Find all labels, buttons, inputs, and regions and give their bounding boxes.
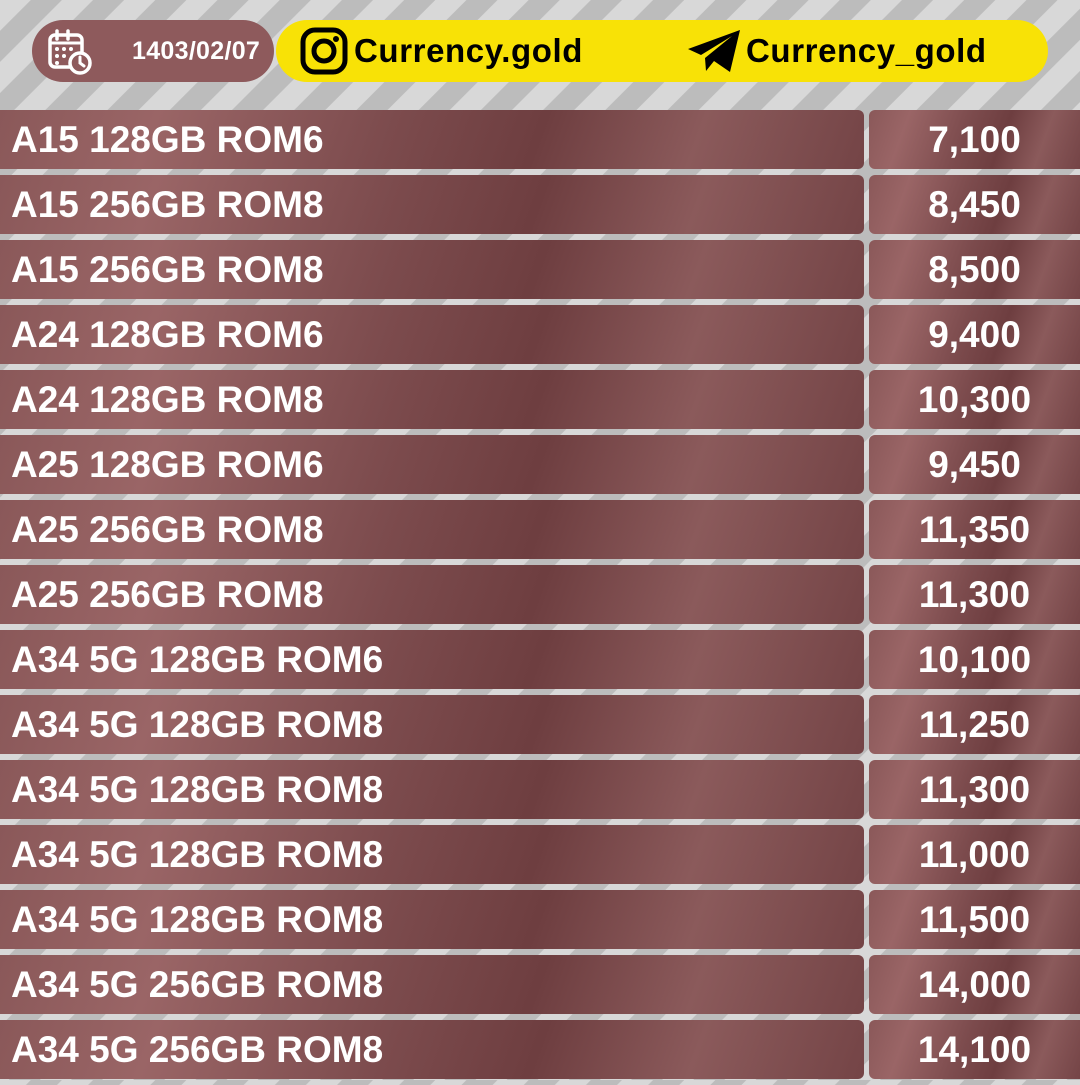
model-price: 9,450 bbox=[869, 435, 1080, 494]
model-name: A24 128GB ROM8 bbox=[0, 370, 864, 429]
model-name: A25 256GB ROM8 bbox=[0, 565, 864, 624]
model-price: 10,100 bbox=[869, 630, 1080, 689]
price-row: A34 5G 256GB ROM8 14,000 bbox=[0, 955, 1080, 1014]
model-name: A15 256GB ROM8 bbox=[0, 175, 864, 234]
date-text: 1403/02/07 bbox=[132, 37, 261, 65]
model-price: 8,500 bbox=[869, 240, 1080, 299]
model-price: 10,300 bbox=[869, 370, 1080, 429]
model-name: A25 128GB ROM6 bbox=[0, 435, 864, 494]
model-price: 11,350 bbox=[869, 500, 1080, 559]
telegram-icon bbox=[688, 30, 740, 72]
model-name: A34 5G 128GB ROM6 bbox=[0, 630, 864, 689]
price-row: A34 5G 128GB ROM8 11,300 bbox=[0, 760, 1080, 819]
instagram-handle[interactable]: Currency.gold bbox=[354, 20, 583, 82]
date-badge: 1403/02/07 bbox=[32, 20, 274, 82]
model-price: 14,100 bbox=[869, 1020, 1080, 1079]
price-list: A15 128GB ROM6 7,100 A15 256GB ROM8 8,45… bbox=[0, 110, 1080, 1085]
social-handles-bar: Currency.gold Currency_gold bbox=[276, 20, 1048, 82]
price-row: A34 5G 128GB ROM8 11,250 bbox=[0, 695, 1080, 754]
model-price: 11,300 bbox=[869, 565, 1080, 624]
header-bar: 1403/02/07 Currency.gold Currency_gold bbox=[0, 0, 1080, 100]
model-name: A34 5G 256GB ROM8 bbox=[0, 1020, 864, 1079]
price-row: A25 256GB ROM8 11,300 bbox=[0, 565, 1080, 624]
model-price: 11,000 bbox=[869, 825, 1080, 884]
price-row: A15 256GB ROM8 8,500 bbox=[0, 240, 1080, 299]
model-name: A34 5G 128GB ROM8 bbox=[0, 760, 864, 819]
model-price: 14,000 bbox=[869, 955, 1080, 1014]
price-row: A15 128GB ROM6 7,100 bbox=[0, 110, 1080, 169]
price-row: A34 5G 128GB ROM8 11,000 bbox=[0, 825, 1080, 884]
telegram-handle[interactable]: Currency_gold bbox=[746, 20, 987, 82]
price-row: A25 128GB ROM6 9,450 bbox=[0, 435, 1080, 494]
model-price: 11,250 bbox=[869, 695, 1080, 754]
calendar-clock-icon bbox=[48, 29, 92, 75]
model-name: A25 256GB ROM8 bbox=[0, 500, 864, 559]
model-price: 11,300 bbox=[869, 760, 1080, 819]
model-name: A15 256GB ROM8 bbox=[0, 240, 864, 299]
price-row: A15 256GB ROM8 8,450 bbox=[0, 175, 1080, 234]
model-name: A34 5G 128GB ROM8 bbox=[0, 825, 864, 884]
price-row: A34 5G 128GB ROM8 11,500 bbox=[0, 890, 1080, 949]
model-price: 8,450 bbox=[869, 175, 1080, 234]
price-row: A34 5G 128GB ROM6 10,100 bbox=[0, 630, 1080, 689]
model-name: A34 5G 128GB ROM8 bbox=[0, 695, 864, 754]
model-name: A24 128GB ROM6 bbox=[0, 305, 864, 364]
model-price: 9,400 bbox=[869, 305, 1080, 364]
price-row: A24 128GB ROM8 10,300 bbox=[0, 370, 1080, 429]
price-row: A34 5G 256GB ROM8 14,100 bbox=[0, 1020, 1080, 1079]
price-row: A24 128GB ROM6 9,400 bbox=[0, 305, 1080, 364]
model-price: 7,100 bbox=[869, 110, 1080, 169]
model-price: 11,500 bbox=[869, 890, 1080, 949]
price-row: A25 256GB ROM8 11,350 bbox=[0, 500, 1080, 559]
model-name: A34 5G 256GB ROM8 bbox=[0, 955, 864, 1014]
model-name: A34 5G 128GB ROM8 bbox=[0, 890, 864, 949]
instagram-icon bbox=[300, 27, 348, 75]
model-name: A15 128GB ROM6 bbox=[0, 110, 864, 169]
